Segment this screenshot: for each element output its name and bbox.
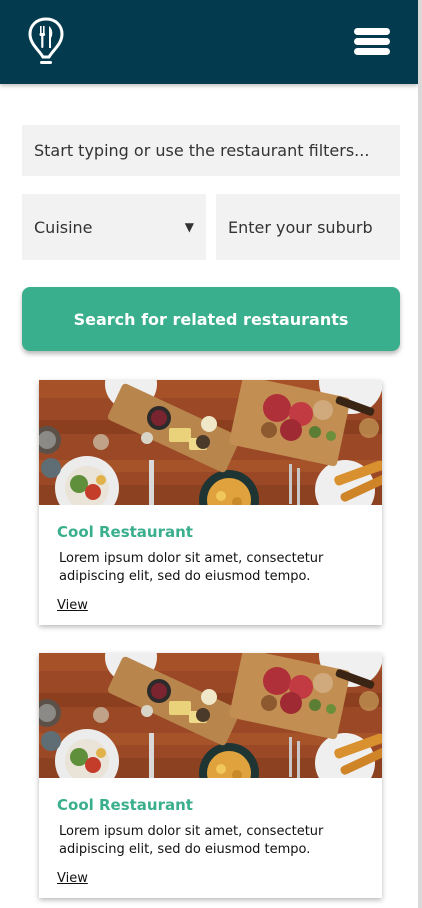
- restaurant-card: Cool Restaurant Lorem ipsum dolor sit am…: [39, 653, 382, 898]
- map-pin-cutlery-icon[interactable]: [27, 17, 65, 67]
- restaurant-description: Lorem ipsum dolor sit amet, consectetur …: [59, 824, 324, 857]
- food-platter-photo: [39, 380, 382, 505]
- cuisine-select[interactable]: Cuisine ▼: [22, 194, 206, 260]
- search-restaurants-button[interactable]: Search for related restaurants: [22, 287, 400, 351]
- food-platter-photo: [39, 653, 382, 778]
- suburb-input[interactable]: [216, 194, 400, 260]
- restaurant-search-input[interactable]: [22, 125, 400, 176]
- restaurant-description: Lorem ipsum dolor sit amet, consectetur …: [59, 551, 324, 584]
- top-navigation-bar: [0, 0, 418, 84]
- restaurant-card: Cool Restaurant Lorem ipsum dolor sit am…: [39, 380, 382, 625]
- dropdown-arrow-icon: ▼: [184, 220, 194, 234]
- view-restaurant-link[interactable]: View: [57, 598, 88, 613]
- cuisine-select-label: Cuisine: [34, 217, 93, 237]
- restaurant-name: Cool Restaurant: [57, 796, 193, 814]
- restaurant-name: Cool Restaurant: [57, 523, 193, 541]
- hamburger-menu-icon[interactable]: [354, 28, 390, 56]
- view-restaurant-link[interactable]: View: [57, 871, 88, 886]
- app-frame: Cuisine ▼ Search for related restaurants…: [0, 0, 418, 908]
